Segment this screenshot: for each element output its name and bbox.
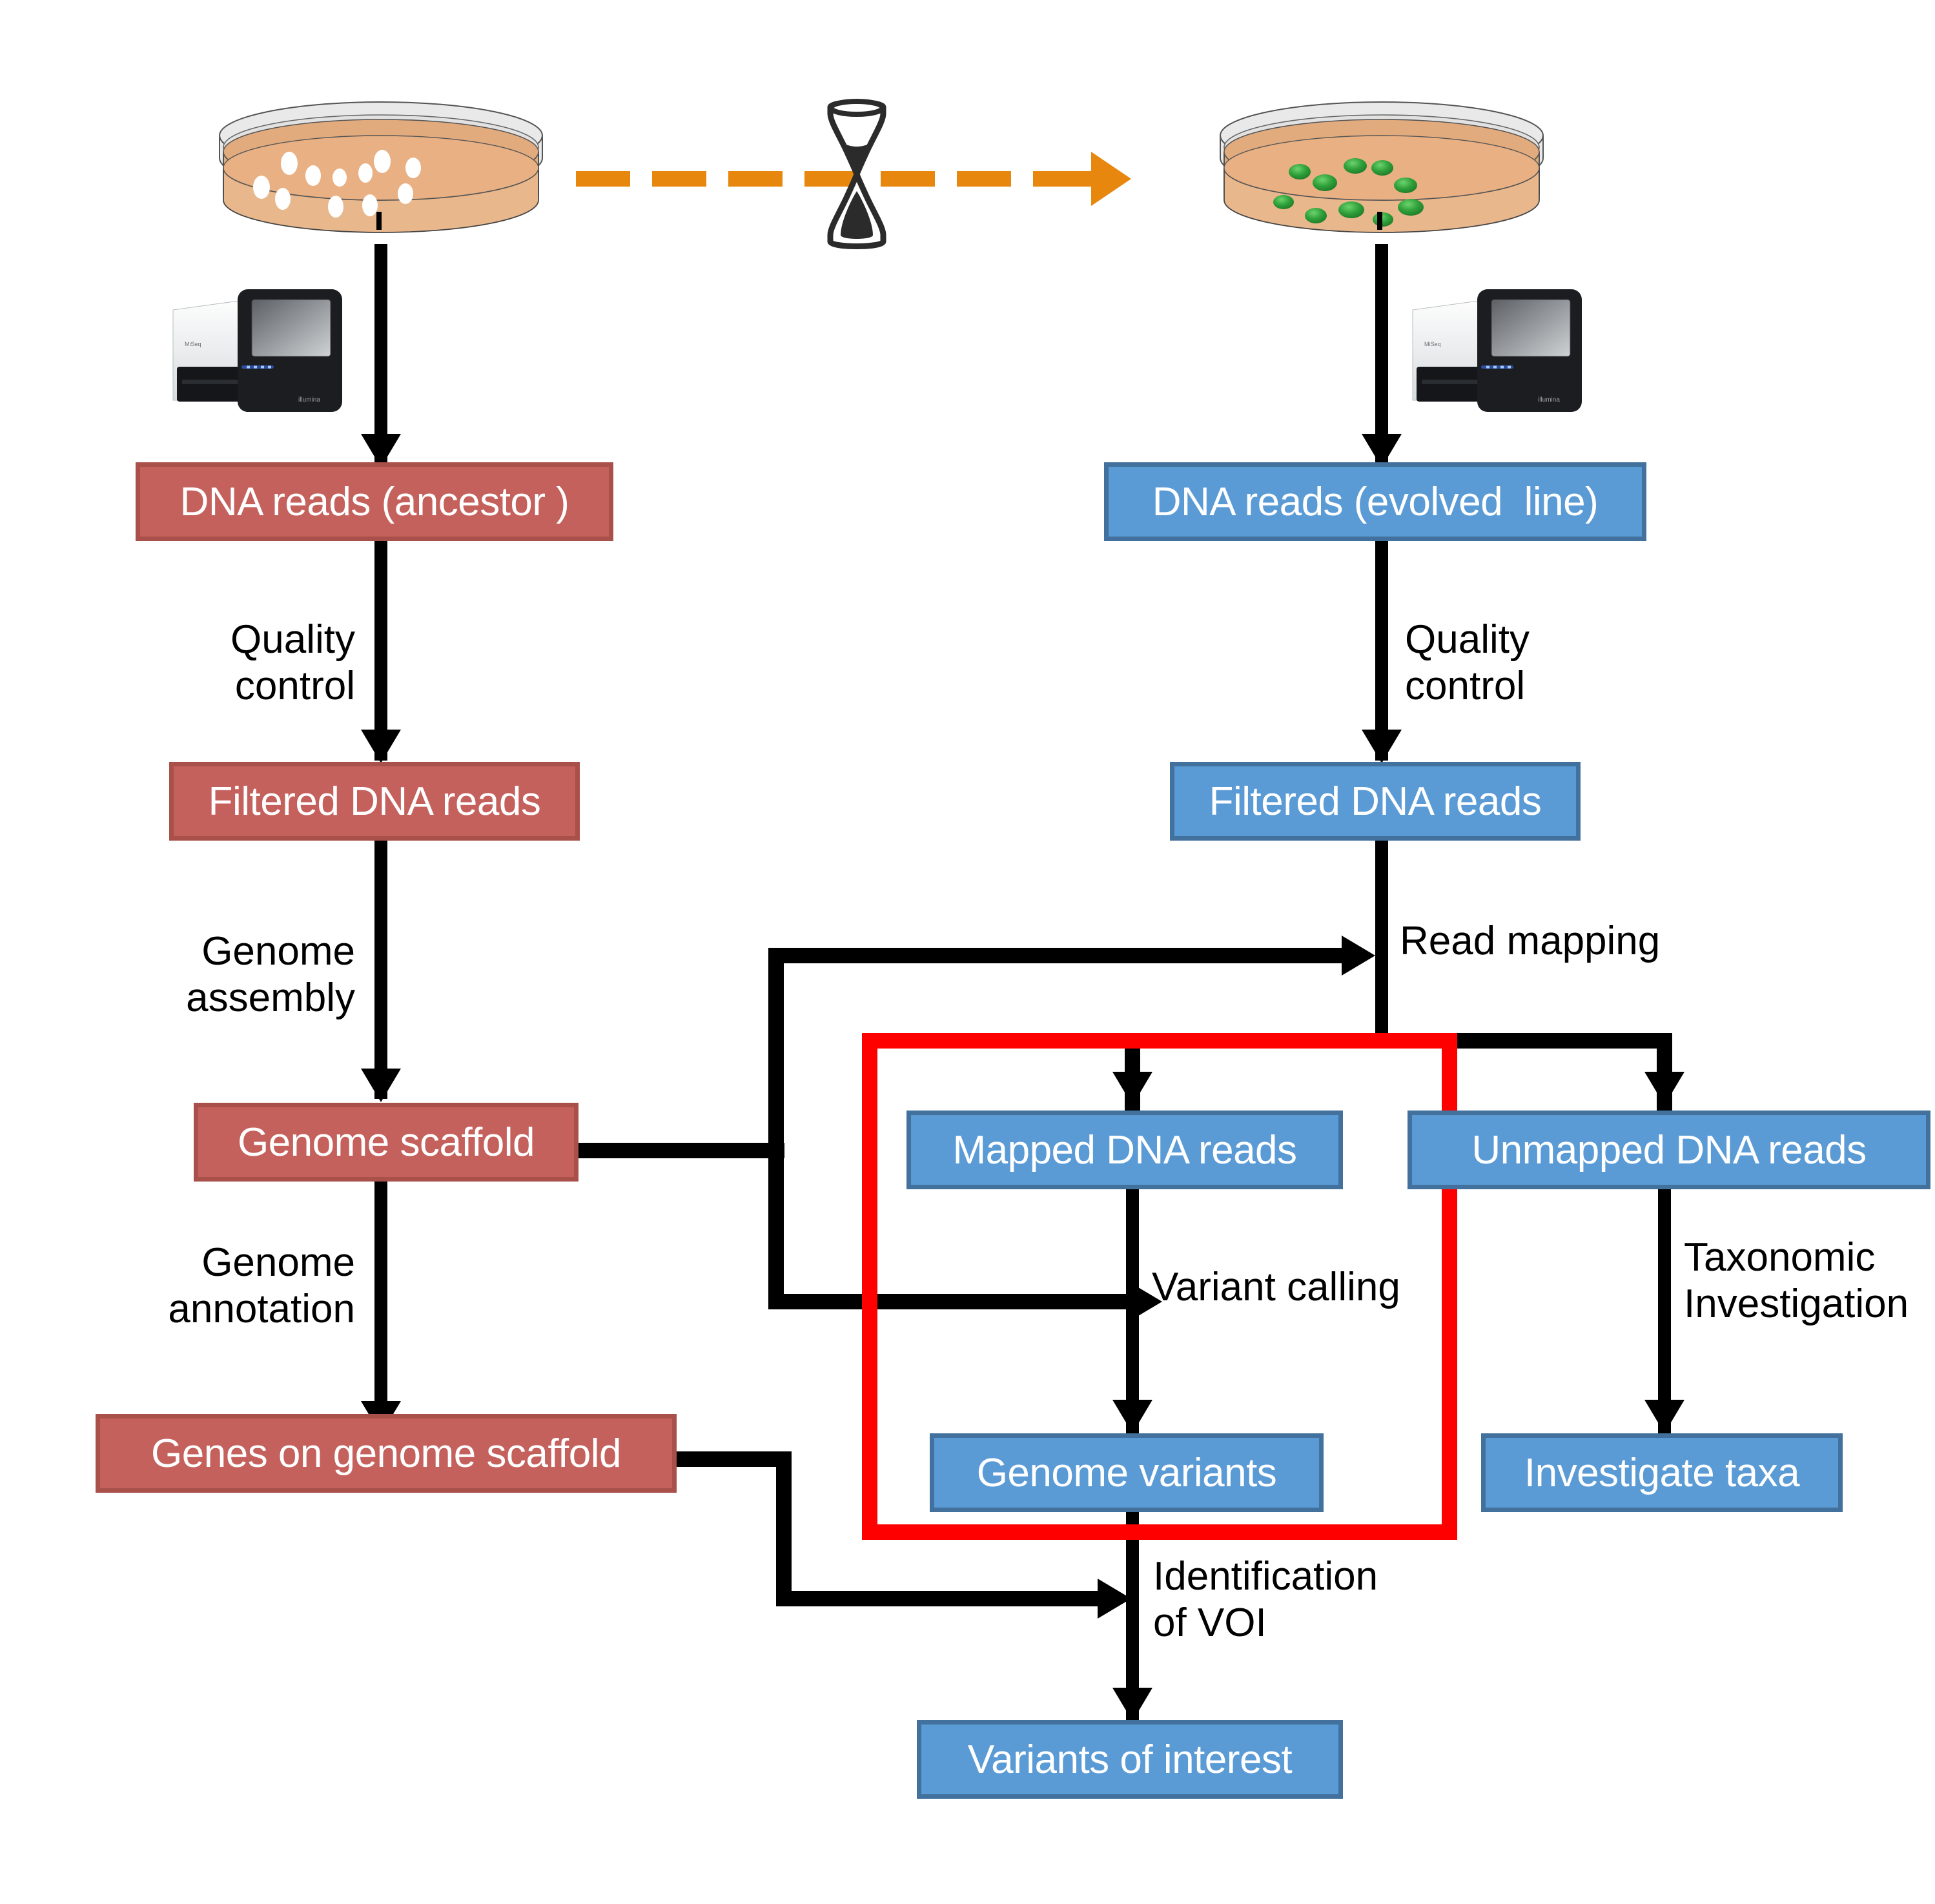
- connector-scaffold-to-readmapping-h2: [768, 948, 1343, 963]
- box-label: Genes on genome scaffold: [151, 1431, 621, 1476]
- box-filtered-dna-reads-evolved[interactable]: Filtered DNA reads: [1170, 762, 1581, 841]
- connector-dish-to-dnareads-right: [1375, 244, 1388, 462]
- box-unmapped-dna-reads[interactable]: Unmapped DNA reads: [1408, 1111, 1930, 1189]
- arrowhead-genome-scaffold: [361, 1069, 401, 1102]
- svg-text:illumina: illumina: [298, 396, 320, 404]
- connector-scaffold-to-readmapping-v: [768, 948, 784, 1309]
- connector-read-mapping-trunk: [1375, 841, 1388, 1041]
- svg-text:illumina: illumina: [1538, 396, 1560, 404]
- connector-qc-left: [374, 541, 387, 761]
- label-genome-assembly: Genome assembly: [186, 929, 355, 1020]
- connector-genes-to-voi-h2: [776, 1591, 1099, 1606]
- timeline-dash: [576, 171, 630, 187]
- connector-dish-to-dnareads-left: [374, 244, 387, 462]
- label-genome-annotation: Genome annotation: [168, 1240, 355, 1331]
- box-genome-scaffold[interactable]: Genome scaffold: [194, 1103, 578, 1182]
- connector-genes-to-voi-h1: [675, 1451, 792, 1467]
- label-quality-control-right: Quality control: [1405, 617, 1530, 708]
- label-quality-control-left: Quality control: [230, 617, 355, 708]
- sequencer-illumina-miseq-left: MiSeq illumina: [172, 289, 342, 412]
- box-label: Genome scaffold: [237, 1120, 535, 1165]
- highlight-rectangle-left: [862, 1033, 877, 1540]
- arrowhead-read-mapping: [1342, 936, 1375, 976]
- highlight-rectangle-top: [862, 1033, 1457, 1049]
- box-genes-on-genome-scaffold[interactable]: Genes on genome scaffold: [96, 1414, 677, 1493]
- connector-scaffold-to-variantcalling-h: [768, 1294, 1130, 1309]
- connector-unmapped-to-taxa: [1658, 1189, 1671, 1435]
- connector-scaffold-to-readmapping-h1: [578, 1143, 784, 1158]
- arrowhead-identification-voi: [1098, 1579, 1131, 1619]
- box-investigate-taxa[interactable]: Investigate taxa: [1481, 1433, 1843, 1512]
- box-label: Variants of interest: [967, 1737, 1293, 1782]
- box-label: Investigate taxa: [1524, 1450, 1800, 1495]
- hourglass-icon: [827, 99, 886, 249]
- box-dna-reads-evolved[interactable]: DNA reads (evolved line): [1104, 462, 1646, 541]
- connector-genes-to-voi-v: [776, 1451, 792, 1606]
- box-label: Mapped DNA reads: [952, 1127, 1297, 1172]
- label-read-mapping: Read mapping: [1400, 919, 1661, 963]
- connector-genome-annotation: [374, 1182, 387, 1433]
- svg-text:MiSeq: MiSeq: [1424, 341, 1441, 347]
- box-label: Filtered DNA reads: [208, 779, 541, 824]
- arrowhead-filtered-left: [361, 730, 401, 763]
- arrowhead-variants-of-interest: [1112, 1688, 1152, 1721]
- timeline-dash: [652, 171, 706, 187]
- timeline-dash: [1033, 171, 1091, 187]
- box-dna-reads-ancestor[interactable]: DNA reads (ancestor ): [136, 462, 613, 541]
- box-filtered-dna-reads-ancestor[interactable]: Filtered DNA reads: [169, 762, 580, 841]
- box-label: Unmapped DNA reads: [1471, 1127, 1867, 1172]
- arrowhead-investigate-taxa: [1644, 1400, 1684, 1433]
- arrowhead-mapped-reads: [1112, 1072, 1152, 1105]
- workflow-diagram: MiSeq illumina MiSeq illumina DNA reads …: [0, 0, 1935, 1904]
- box-variants-of-interest[interactable]: Variants of interest: [917, 1720, 1343, 1799]
- petri-dish-evolved: [1220, 101, 1544, 233]
- box-mapped-dna-reads[interactable]: Mapped DNA reads: [906, 1111, 1343, 1189]
- petri-dish-ancestor: [219, 101, 543, 233]
- arrowhead-unmapped-reads: [1644, 1072, 1684, 1105]
- label-identification-of-voi: Identification of VOI: [1153, 1554, 1378, 1645]
- box-label: DNA reads (evolved line): [1152, 479, 1599, 524]
- label-taxonomic-investigation: Taxonomic Investigation: [1684, 1235, 1909, 1326]
- highlight-rectangle-bottom: [862, 1524, 1457, 1540]
- arrowhead-filtered-right: [1362, 730, 1402, 763]
- timeline-dash: [957, 171, 1011, 187]
- connector-genome-assembly: [374, 841, 387, 1099]
- timeline-arrowhead: [1091, 152, 1131, 206]
- box-label: Genome variants: [976, 1450, 1277, 1495]
- timeline-dash: [728, 171, 783, 187]
- box-label: Filtered DNA reads: [1209, 779, 1542, 824]
- connector-qc-right: [1375, 541, 1388, 761]
- svg-text:MiSeq: MiSeq: [185, 341, 201, 347]
- sequencer-illumina-miseq-right: MiSeq illumina: [1412, 289, 1582, 412]
- box-label: DNA reads (ancestor ): [179, 479, 569, 524]
- box-genome-variants[interactable]: Genome variants: [930, 1433, 1324, 1512]
- arrowhead-genome-variants: [1112, 1400, 1152, 1433]
- label-variant-calling: Variant calling: [1152, 1265, 1400, 1309]
